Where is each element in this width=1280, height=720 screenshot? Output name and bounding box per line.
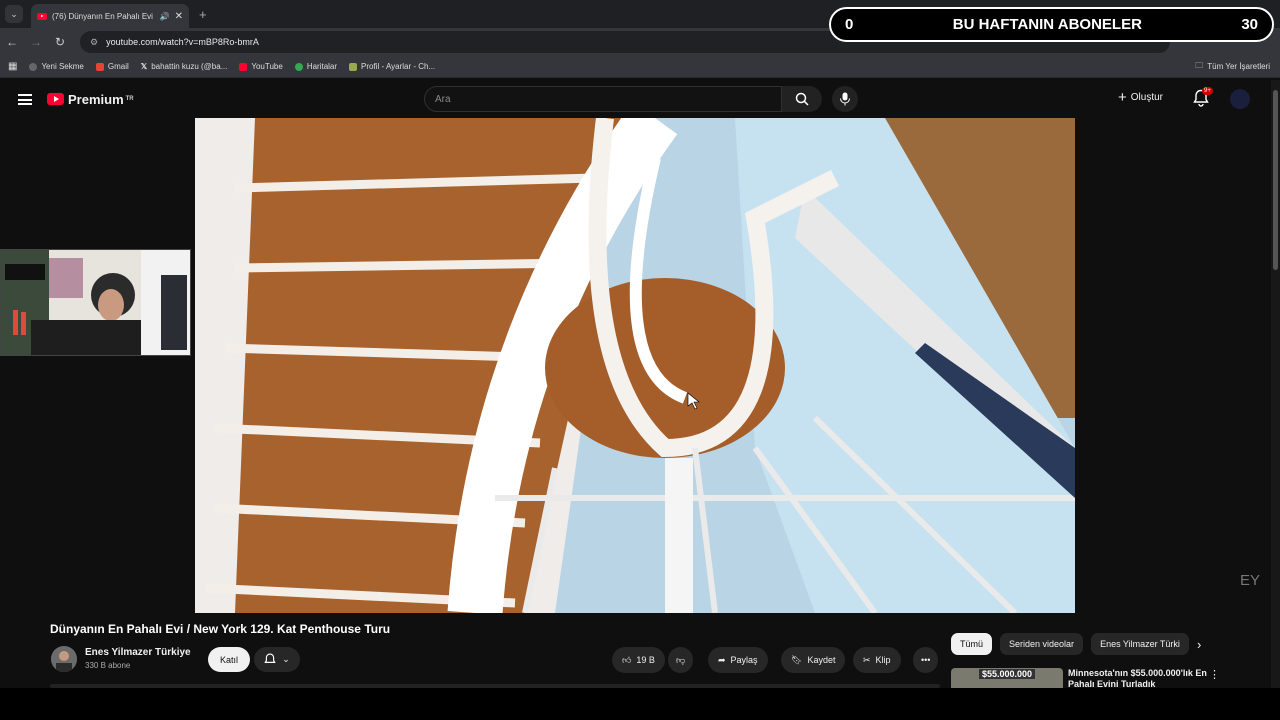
channel-watermark[interactable]: EY	[1240, 572, 1260, 589]
more-horizontal-icon: •••	[921, 655, 931, 665]
bookmark-new-tab[interactable]: Yeni Sekme	[29, 62, 84, 71]
all-bookmarks[interactable]: 🗀 Tüm Yer İşaretleri	[1195, 60, 1270, 74]
related-filter-chips: Tümü Seriden videolar Enes Yilmazer Türk…	[951, 633, 1201, 655]
channel-avatar[interactable]	[51, 646, 77, 672]
thumbnail-price-text: $55.000.000	[979, 669, 1036, 679]
dislike-button[interactable]: 👎︎	[668, 647, 694, 673]
video-frame-staircase	[195, 118, 1075, 613]
youtube-premium-logo[interactable]: Premium TR	[47, 92, 134, 107]
bookmark-icon: 🔖︎	[791, 654, 803, 665]
join-button[interactable]: Katıl	[208, 647, 250, 672]
chip-channel[interactable]: Enes Yilmazer Türki	[1091, 633, 1189, 655]
search-placeholder: Ara	[435, 93, 451, 105]
letterbox-bar	[0, 688, 1280, 720]
notifications-button[interactable]: 9+	[1193, 87, 1213, 112]
speaker-icon[interactable]: 🔊	[160, 12, 170, 21]
chip-series[interactable]: Seriden videolar	[1000, 633, 1084, 655]
gmail-icon	[95, 62, 104, 71]
create-button[interactable]: + Oluştur	[1118, 89, 1163, 106]
share-label: Paylaş	[730, 655, 758, 665]
bookmark-profile[interactable]: Profil - Ayarlar - Ch...	[349, 62, 435, 71]
goal-start-count: 0	[845, 16, 854, 33]
thumbs-up-icon: 👍︎	[622, 654, 632, 665]
tab-close-icon[interactable]: ✕	[175, 11, 183, 22]
account-avatar[interactable]	[1230, 89, 1250, 109]
bookmark-gmail[interactable]: Gmail	[95, 62, 129, 71]
more-vertical-icon[interactable]: ⋮	[1209, 668, 1220, 681]
voice-search-button[interactable]	[832, 86, 858, 112]
search-input[interactable]: Ara	[424, 86, 782, 112]
logo-text: Premium	[68, 91, 124, 107]
recommended-title[interactable]: Minnesota'nın $55.000.000'lık En Pahalı …	[1068, 668, 1208, 688]
bookmark-label: Profil - Ayarlar - Ch...	[361, 62, 436, 71]
bookmark-label: Tüm Yer İşaretleri	[1207, 62, 1270, 71]
create-label: Oluştur	[1130, 92, 1163, 103]
scrollbar-thumb[interactable]	[1273, 90, 1278, 270]
share-button[interactable]: ➦ Paylaş	[708, 647, 768, 673]
apps-icon[interactable]: ▦	[8, 61, 17, 72]
like-count: 19 B	[636, 655, 655, 665]
bookmark-youtube[interactable]: YouTube	[239, 62, 283, 71]
x-icon: 𝕏	[140, 62, 148, 71]
like-button[interactable]: 👍︎ 19 B	[612, 647, 665, 673]
url-text: youtube.com/watch?v=mBP8Ro-bmrA	[106, 37, 259, 47]
bookmark-label: bahattin kuzu (@ba...	[151, 62, 228, 71]
tab-title: (76) Dünyanın En Pahalı Evi	[52, 11, 153, 21]
search-button[interactable]	[782, 86, 822, 112]
goal-target-count: 30	[1241, 16, 1258, 33]
video-title: Dünyanın En Pahalı Evi / New York 129. K…	[50, 622, 391, 636]
clip-label: Klip	[875, 655, 891, 665]
save-button[interactable]: 🔖︎ Kaydet	[781, 647, 846, 673]
profile-icon	[349, 62, 358, 71]
youtube-icon	[239, 62, 248, 71]
bookmarks-bar: ▦ Yeni Sekme Gmail 𝕏bahattin kuzu (@ba..…	[0, 56, 1280, 78]
youtube-header: Premium TR Ara + Oluştur 9+	[0, 80, 1280, 118]
share-icon: ➦	[718, 654, 726, 665]
region-code: TR	[125, 96, 134, 102]
bookmark-label: YouTube	[251, 62, 283, 71]
reload-icon[interactable]: ↻	[48, 35, 72, 49]
webcam-frame	[1, 250, 190, 355]
video-player[interactable]	[195, 118, 1075, 613]
subscription-bell-button[interactable]: ⌄	[254, 647, 300, 672]
streamer-webcam	[0, 249, 191, 356]
back-icon[interactable]: ←	[0, 35, 24, 49]
bookmark-x[interactable]: 𝕏bahattin kuzu (@ba...	[141, 62, 228, 71]
goal-title: BU HAFTANIN ABONELER	[952, 16, 1142, 33]
plus-icon: +	[1118, 89, 1127, 106]
channel-name[interactable]: Enes Yilmazer Türkiye	[85, 647, 191, 658]
folder-icon: 🗀	[1195, 60, 1204, 70]
subscriber-count: 330 B abone	[85, 661, 131, 670]
site-info-icon[interactable]: ⚙	[90, 37, 98, 48]
tab-search-button[interactable]: ⌄	[5, 5, 23, 23]
new-tab-button[interactable]: +	[199, 7, 207, 22]
scissors-icon: ✂	[863, 654, 871, 665]
subscriber-goal-overlay: 0 BU HAFTANIN ABONELER 30	[829, 7, 1274, 42]
bookmark-label: Gmail	[107, 62, 129, 71]
channel-avatar-image	[51, 646, 77, 672]
youtube-logo-icon	[47, 93, 64, 105]
notification-badge: 9+	[1202, 87, 1213, 95]
forward-icon[interactable]: →	[24, 35, 48, 49]
menu-icon[interactable]	[18, 93, 32, 105]
youtube-favicon-icon	[37, 12, 47, 20]
recommended-thumbnail[interactable]: $55.000.000	[951, 668, 1063, 688]
bookmark-maps[interactable]: Haritalar	[294, 62, 338, 71]
more-actions-button[interactable]: •••	[913, 647, 939, 673]
microphone-icon	[840, 92, 850, 106]
bookmark-label: Haritalar	[306, 62, 338, 71]
save-label: Kaydet	[807, 655, 836, 665]
globe-icon	[29, 62, 38, 71]
bookmark-label: Yeni Sekme	[41, 62, 84, 71]
thumbs-down-icon: 👎︎	[676, 654, 686, 665]
browser-tab[interactable]: (76) Dünyanın En Pahalı Evi 🔊 ✕	[31, 4, 189, 28]
maps-icon	[294, 62, 303, 71]
chevron-right-icon[interactable]: ›	[1197, 633, 1201, 655]
chip-all[interactable]: Tümü	[951, 633, 993, 655]
clip-button[interactable]: ✂ Klip	[853, 647, 901, 673]
bell-icon	[264, 653, 276, 663]
search-icon	[795, 92, 809, 106]
chevron-down-icon: ⌄	[282, 654, 290, 664]
